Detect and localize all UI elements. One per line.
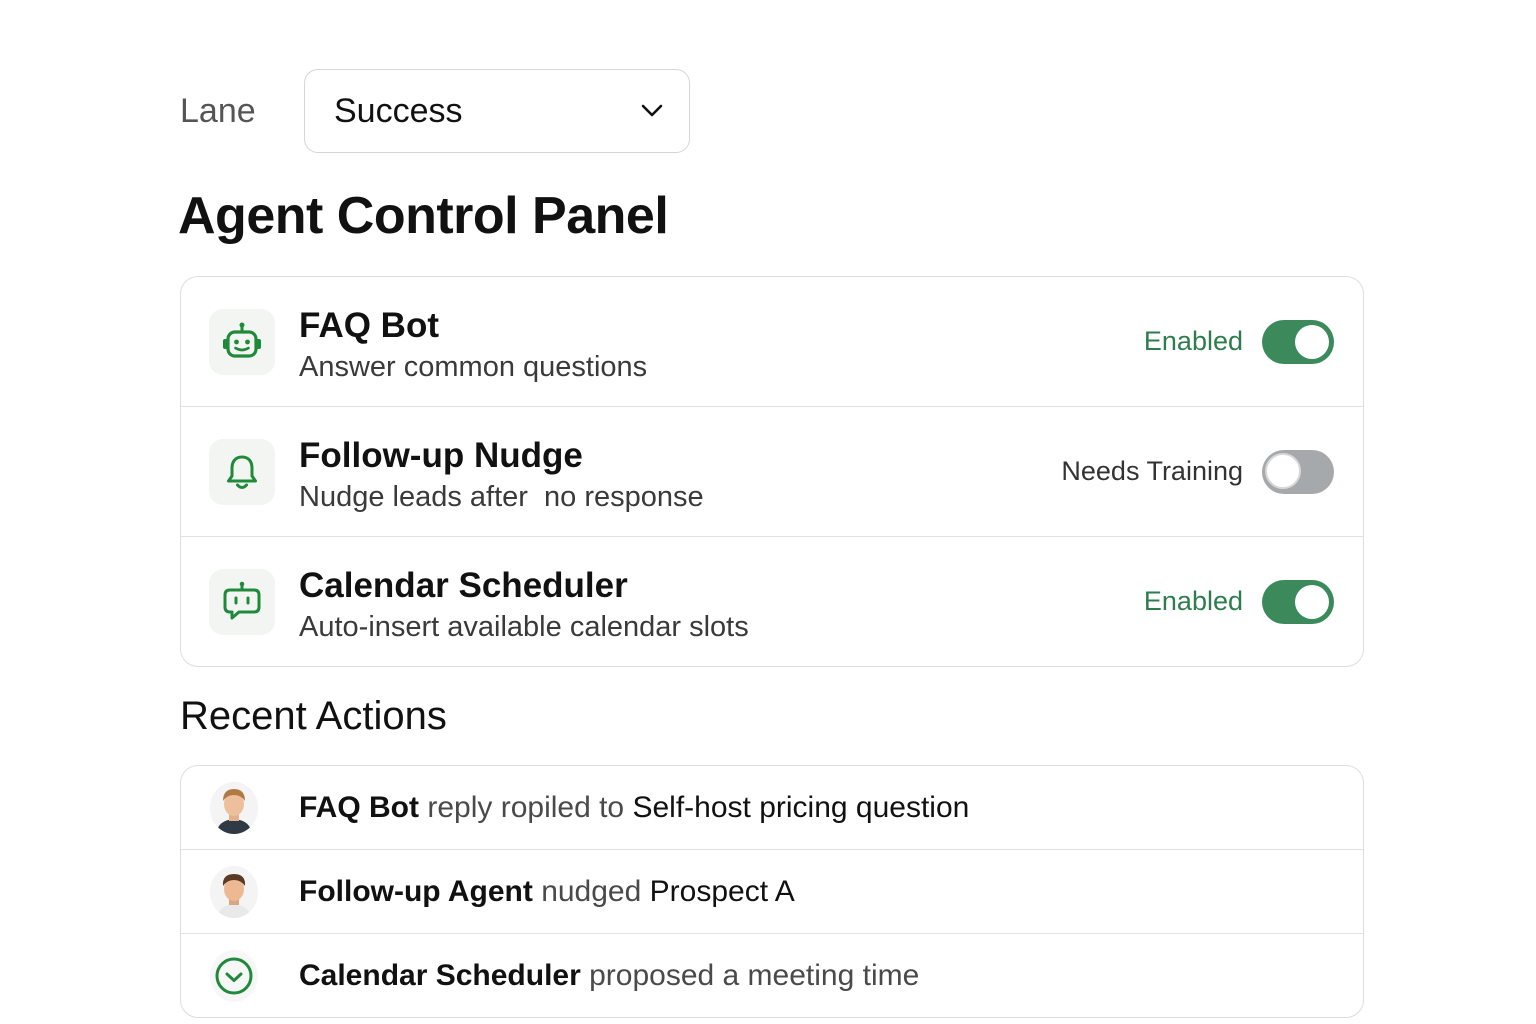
lane-filter: Lane Success [180,68,690,154]
lane-selected-value: Success [334,91,463,130]
action-object: Prospect A [649,874,795,908]
toggle-knob [1265,452,1301,489]
action-text: Follow-up Agent nudged Prospect A [299,875,795,909]
action-verb: proposed a meeting time [589,958,920,992]
avatar-man-icon [210,781,258,834]
recent-actions-title: Recent Actions [180,694,447,738]
action-actor: Calendar Scheduler [299,958,581,992]
action-row[interactable]: Follow-up Agent nudged Prospect A [181,849,1363,933]
agent-description: Nudge leads after no response [299,481,704,513]
lane-select[interactable]: Success [304,69,690,153]
avatar-man-icon [210,865,258,918]
agent-row-calendar-scheduler: Calendar Scheduler Auto-insert available… [181,536,1363,666]
agent-list: FAQ Bot Answer common questions Enabled … [180,276,1364,667]
clock-check-icon [210,949,258,1002]
lane-label: Lane [180,91,256,130]
recent-actions-list: FAQ Bot reply ropiled to Self-host prici… [180,765,1364,1018]
agent-name: Follow-up Nudge [299,436,583,475]
action-actor: Follow-up Agent [299,874,533,908]
action-verb: nudged [541,874,642,908]
robot-icon [209,308,275,375]
action-row[interactable]: Calendar Scheduler proposed a meeting ti… [181,933,1363,1017]
agent-name: FAQ Bot [299,306,439,345]
toggle-knob [1295,584,1329,619]
action-row[interactable]: FAQ Bot reply ropiled to Self-host prici… [181,766,1363,849]
bell-icon [209,438,275,505]
agent-toggle[interactable] [1262,449,1334,494]
action-object: Self-host pricing question [632,790,970,824]
chat-bot-icon [209,568,275,635]
agent-row-follow-up-nudge: Follow-up Nudge Nudge leads after no res… [181,406,1363,536]
agent-name: Calendar Scheduler [299,566,628,605]
toggle-knob [1295,324,1329,359]
agent-status: Enabled [1143,586,1243,616]
action-text: Calendar Scheduler proposed a meeting ti… [299,959,919,993]
agent-description: Auto-insert available calendar slots [299,611,749,643]
action-text: FAQ Bot reply ropiled to Self-host prici… [299,791,969,825]
agent-description: Answer common questions [299,351,648,383]
page-title: Agent Control Panel [178,187,669,245]
agent-text: FAQ Bot Answer common questions [299,305,647,387]
agent-text: Follow-up Nudge Nudge leads after no res… [299,435,704,517]
agent-toggle[interactable] [1262,319,1334,364]
agent-status: Enabled [1143,326,1243,356]
agent-text: Calendar Scheduler Auto-insert available… [299,565,749,647]
agent-toggle[interactable] [1262,579,1334,624]
agent-row-faq-bot: FAQ Bot Answer common questions Enabled [181,277,1363,406]
action-verb: reply ropiled to [427,790,625,824]
agent-status: Needs Training [1061,456,1243,486]
chevron-down-icon [641,100,663,122]
action-actor: FAQ Bot [299,790,419,824]
